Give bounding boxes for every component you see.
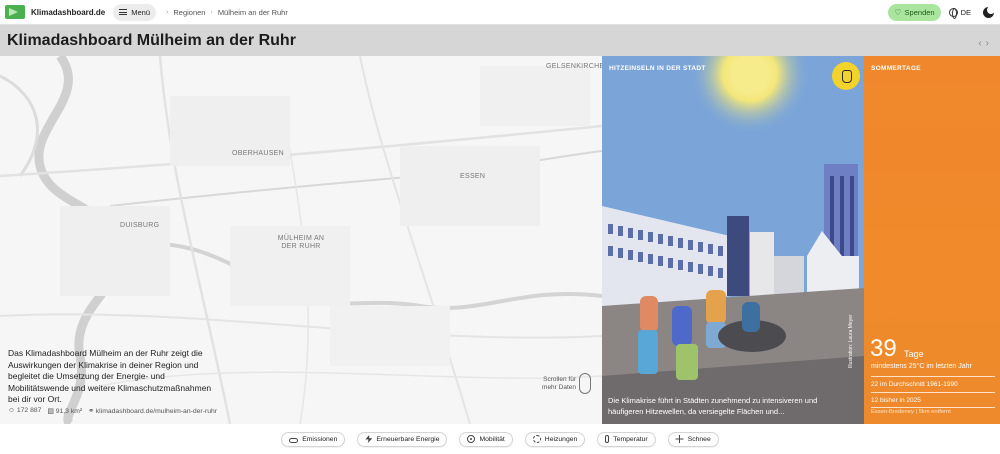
heat-card-label: HITZEINSELN IN DER STADT bbox=[609, 65, 706, 72]
prev-arrow-icon[interactable]: ‹ bbox=[978, 38, 985, 49]
divider bbox=[871, 376, 995, 377]
heat-island-illustration bbox=[602, 56, 864, 424]
map-label-muelheim: MÜLHEIM AN DER RUHR bbox=[277, 235, 325, 250]
summer-days-this-year: 12 bisher in 2025 bbox=[871, 397, 921, 404]
language-label: DE bbox=[960, 8, 971, 17]
summer-days-value: 39 bbox=[870, 335, 897, 362]
site-name[interactable]: Klimadashboard.de bbox=[31, 8, 105, 17]
chevron-right-icon: › bbox=[166, 8, 169, 16]
tab-label: Heizungen bbox=[544, 435, 578, 443]
tab-temperature[interactable]: Temperatur bbox=[597, 431, 656, 447]
tab-mobility[interactable]: Mobilität bbox=[459, 431, 513, 447]
illustration-credit: Illustration: Laura Meyer bbox=[848, 314, 854, 368]
mouse-icon bbox=[579, 373, 591, 394]
summer-days-average: 22 im Durchschnitt 1961-1990 bbox=[871, 381, 958, 388]
language-switcher[interactable]: DE bbox=[948, 8, 971, 19]
title-bar: Klimadashboard Mülheim an der Ruhr ‹› bbox=[0, 25, 1000, 56]
tab-label: Mobilität bbox=[479, 435, 505, 443]
globe-icon bbox=[948, 8, 958, 19]
dark-mode-icon[interactable] bbox=[983, 6, 995, 18]
logo-icon[interactable] bbox=[5, 5, 25, 19]
link-icon: ⚭ bbox=[88, 408, 94, 415]
summer-days-card[interactable]: SOMMERTAGE 39 Tage mindestens 25°C im le… bbox=[864, 56, 1000, 424]
breadcrumb-current[interactable]: Mülheim an der Ruhr bbox=[218, 8, 288, 17]
region-stats: ☺ 172 887 ▧ 91,3 km² ⚭ klimadashboard.de… bbox=[8, 407, 217, 415]
area-stat: ▧ 91,3 km² bbox=[47, 408, 83, 415]
wheel-icon bbox=[467, 435, 476, 443]
donate-label: Spenden bbox=[904, 8, 935, 17]
donate-button[interactable]: ♡ Spenden bbox=[888, 4, 941, 21]
map-label-essen: ESSEN bbox=[460, 173, 486, 180]
hand-sticker-icon[interactable] bbox=[832, 62, 860, 90]
menu-label: Menü bbox=[131, 7, 151, 17]
intro-text: Das Klimadashboard Mülheim an der Ruhr z… bbox=[8, 348, 212, 404]
tab-renewable-energy[interactable]: Erneuerbare Energie bbox=[357, 431, 448, 447]
page-title: Klimadashboard Mülheim an der Ruhr bbox=[7, 32, 296, 49]
area-icon: ▧ bbox=[47, 408, 54, 415]
menu-button[interactable]: Menü bbox=[113, 3, 157, 21]
divider bbox=[871, 392, 995, 393]
summer-card-label: SOMMERTAGE bbox=[871, 65, 921, 72]
top-bar: Klimadashboard.de Menü › Regionen › Mülh… bbox=[0, 0, 1000, 25]
region-map[interactable]: GELSENKIRCHEN OBERHAUSEN ESSEN DUISBURG … bbox=[0, 56, 602, 424]
tab-emissions[interactable]: Emissionen bbox=[281, 431, 346, 447]
breadcrumb-regions[interactable]: Regionen bbox=[173, 8, 205, 17]
cloud-icon bbox=[289, 437, 299, 443]
heat-island-card[interactable]: HITZEINSELN IN DER STADT Illustration: L… bbox=[602, 56, 864, 424]
map-label-oberhausen: OBERHAUSEN bbox=[232, 150, 285, 157]
people-icon: ☺ bbox=[8, 407, 15, 414]
top-right-actions: ♡ Spenden DE bbox=[888, 4, 995, 21]
map-label-gelsenkirchen: GELSENKIRCHEN bbox=[546, 63, 602, 70]
tab-label: Schnee bbox=[687, 435, 711, 443]
heart-icon: ♡ bbox=[894, 8, 902, 17]
scroll-hint: Scrollen für mehr Daten bbox=[536, 373, 591, 394]
summer-days-unit: Tage bbox=[904, 349, 924, 359]
tab-heating[interactable]: Heizungen bbox=[524, 431, 586, 447]
heat-card-caption: Die Klimakrise führt in Städten zunehmen… bbox=[608, 396, 818, 416]
heat-icon bbox=[532, 435, 541, 443]
thermometer-icon bbox=[605, 435, 610, 443]
population-stat: ☺ 172 887 bbox=[8, 407, 42, 414]
breadcrumb: › Regionen › Mülheim an der Ruhr bbox=[166, 8, 288, 17]
weather-station: Essen-Bredeney | 5km entfernt bbox=[871, 409, 951, 415]
next-arrow-icon[interactable]: › bbox=[986, 38, 993, 49]
share-link[interactable]: ⚭ klimadashboard.de/mulheim-an-der-ruhr bbox=[88, 407, 217, 415]
tab-snow[interactable]: Schnee bbox=[667, 431, 719, 447]
snowflake-icon bbox=[676, 435, 684, 443]
chevron-right-icon: › bbox=[210, 8, 213, 16]
tab-label: Erneuerbare Energie bbox=[376, 435, 440, 443]
bolt-icon bbox=[365, 435, 373, 443]
topic-tabs: Emissionen Erneuerbare Energie Mobilität… bbox=[0, 424, 1000, 454]
menu-icon bbox=[119, 9, 128, 15]
summer-days-description: mindestens 25°C im letzten Jahr bbox=[871, 363, 972, 370]
tab-label: Emissionen bbox=[302, 435, 338, 443]
scroll-hint-text: Scrollen für mehr Daten bbox=[542, 375, 576, 391]
carousel-arrows: ‹› bbox=[978, 38, 993, 49]
divider bbox=[871, 407, 995, 408]
map-label-duisburg: DUISBURG bbox=[120, 222, 160, 229]
tab-label: Temperatur bbox=[613, 435, 648, 443]
